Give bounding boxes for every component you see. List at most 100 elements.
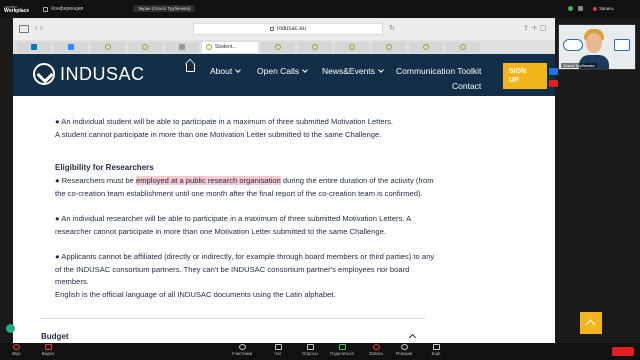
tab-pinned-12[interactable] <box>446 41 480 53</box>
screen-share-tag: Экран (Ольга Трубачева) <box>133 5 196 12</box>
eligibility-heading: Eligibility for Researchers <box>55 163 154 172</box>
student-rule-1: ● An individual student will be able to … <box>55 117 394 126</box>
recording-button-label: Запись <box>368 351 384 356</box>
chevron-down-icon <box>302 67 308 73</box>
conference-icon <box>43 6 49 12</box>
logo-badge-icon <box>563 39 583 51</box>
nav-about-label: About <box>210 66 233 76</box>
recording-indicator: Запись <box>593 6 614 11</box>
site-header: INDUSAC About Open Calls News&Events Com… <box>13 54 555 96</box>
status-dot-icon <box>6 324 15 333</box>
page-icon <box>179 44 185 50</box>
tab-pinned-7[interactable] <box>261 41 295 53</box>
participant-face <box>586 33 602 53</box>
site-icon <box>105 44 111 50</box>
url-text: indusac.eu <box>276 26 307 32</box>
active-tab-label: Student... <box>215 44 237 50</box>
indusac-logo[interactable]: INDUSAC <box>33 63 145 85</box>
poll-icon <box>306 344 314 350</box>
budget-accordion[interactable]: Budget <box>41 331 425 343</box>
chevron-down-icon <box>378 67 384 73</box>
tab-pinned-4[interactable] <box>128 41 162 53</box>
reactions-label: Реакции <box>395 351 413 356</box>
record-dot-icon <box>593 6 597 11</box>
nav-news-events-label: News&Events <box>322 66 375 76</box>
page-content: ● An individual student will be able to … <box>13 96 555 343</box>
signup-line-1: SIGN <box>509 68 527 75</box>
nav-open-calls[interactable]: Open Calls <box>257 66 308 76</box>
lock-icon <box>269 27 274 31</box>
budget-label: Budget <box>41 332 69 341</box>
camera-button[interactable]: Видео <box>28 344 68 356</box>
more-label: Ещё <box>431 351 441 356</box>
language-note: English is the official language of all … <box>55 290 336 299</box>
chat-icon <box>274 344 282 350</box>
zoom-icon <box>68 44 74 50</box>
camera-icon <box>44 344 52 350</box>
site-icon <box>275 44 281 50</box>
chevron-down-icon <box>235 67 242 73</box>
chevron-up-icon <box>408 333 417 342</box>
back-forward-icon[interactable]: ‹ › <box>35 23 43 32</box>
smile-icon <box>400 344 408 350</box>
meeting-window: yandex Workplace Конференция Экран (Ольг… <box>0 0 640 360</box>
site-icon <box>460 44 466 50</box>
participant-video[interactable]: Ольга Трубачева <box>558 24 636 70</box>
tab-pinned-5[interactable] <box>165 41 199 53</box>
nav-about[interactable]: About <box>210 66 242 76</box>
browser-tools-icon[interactable]: ⇪ ＋ ▢ <box>523 23 546 33</box>
reload-icon[interactable]: ↻ <box>389 24 395 32</box>
tab-pinned-3[interactable] <box>91 41 125 53</box>
recording-text: Запись <box>599 6 614 11</box>
end-call-button[interactable] <box>612 347 634 356</box>
participants-button[interactable]: Участники <box>222 344 262 356</box>
tab-active[interactable]: Student... <box>202 41 258 53</box>
site-icon <box>386 44 392 50</box>
home-icon[interactable] <box>186 64 195 72</box>
status-tray <box>568 6 583 11</box>
highlighted-text: employed at a public research organisati… <box>135 176 281 185</box>
conference-text: Конференция <box>51 6 84 12</box>
signup-button[interactable]: SIGN UP <box>503 63 547 89</box>
microphone-icon <box>12 344 20 350</box>
address-bar[interactable]: indusac.eu <box>193 23 383 35</box>
nav-news-events[interactable]: News&Events <box>322 66 384 76</box>
site-icon <box>206 44 212 50</box>
sidebar-toggle-icon[interactable] <box>19 25 29 33</box>
participant-name-label: Ольга Трубачева <box>561 63 597 68</box>
meeting-top-bar: yandex Workplace Конференция Экран (Ольг… <box>0 0 640 18</box>
youtube-icon[interactable] <box>549 80 558 87</box>
scroll-to-top-button[interactable] <box>580 312 602 334</box>
browser-toolbar: ‹ › indusac.eu ↻ ⇪ ＋ ▢ <box>13 18 555 40</box>
participants-label: Участники <box>231 351 253 356</box>
polls-label: Опросы <box>302 351 318 356</box>
researcher-rule-affiliation: ● Applicants cannot be affiliated (direc… <box>55 252 435 286</box>
tab-pinned-10[interactable] <box>372 41 406 53</box>
site-icon <box>349 44 355 50</box>
tab-pinned-2[interactable] <box>54 41 88 53</box>
nav-open-calls-label: Open Calls <box>257 66 300 76</box>
trello-icon <box>31 44 37 50</box>
researcher-rule-employment: ● Researchers must be employed at a publ… <box>55 175 435 200</box>
signal-icon <box>578 6 583 11</box>
more-button[interactable]: Ещё <box>416 344 456 356</box>
conference-label[interactable]: Конференция <box>43 6 83 12</box>
record-icon <box>372 344 380 350</box>
researcher-rule-participation: ● An individual researcher will be able … <box>55 214 411 236</box>
tab-pinned-8[interactable] <box>298 41 332 53</box>
tab-pinned-9[interactable] <box>335 41 369 53</box>
more-dots-icon <box>432 344 440 350</box>
tab-bar: Student... <box>13 40 555 54</box>
logo-text: INDUSAC <box>60 63 145 84</box>
logo-mark-icon <box>33 63 55 85</box>
camera-label: Видео <box>41 351 55 356</box>
nav-communication-toolkit[interactable]: Communication Toolkit <box>396 66 481 76</box>
chat-label: Чат <box>274 351 282 356</box>
signup-line-2: UP <box>509 77 519 84</box>
nav-contact[interactable]: Contact <box>452 81 481 91</box>
tab-pinned-11[interactable] <box>409 41 443 53</box>
linkedin-icon[interactable] <box>549 68 558 75</box>
logo-badge-icon <box>614 39 630 51</box>
share-label: Поделиться <box>330 351 354 356</box>
tab-pinned-1[interactable] <box>17 41 51 53</box>
